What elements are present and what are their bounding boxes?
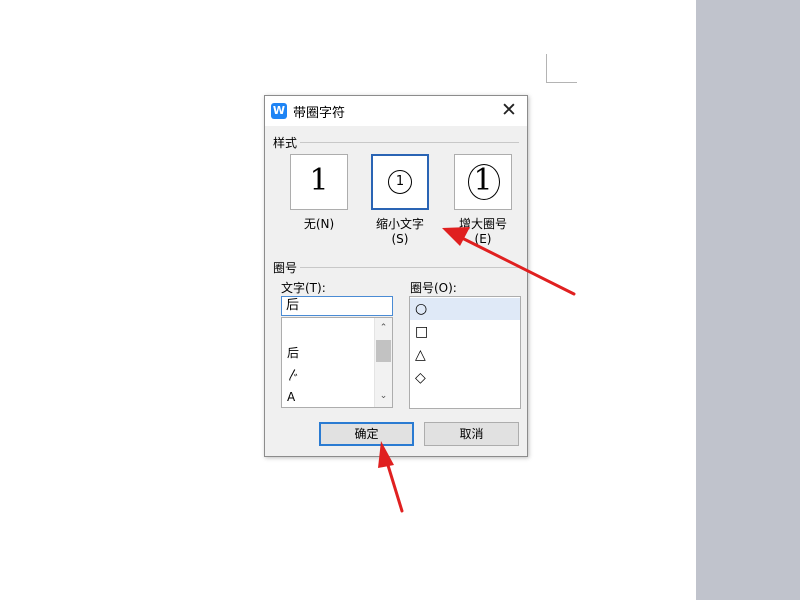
shape-item-triangle[interactable]: △ bbox=[410, 344, 520, 366]
style-none-glyph: 1 bbox=[309, 163, 329, 198]
triangle-shape-icon: △ bbox=[415, 347, 426, 363]
style-none-label: 无(N) bbox=[303, 217, 335, 231]
list-item[interactable]: A bbox=[287, 390, 295, 404]
text-input[interactable]: 后 bbox=[281, 296, 393, 316]
circled-character-dialog: W 带圈字符 ✕ 样式 1 1 1 无(N) 缩小文字 (S) 增大圈号 (E)… bbox=[264, 95, 528, 457]
style-shrink-glyph: 1 bbox=[395, 174, 405, 189]
square-shape-icon: □ bbox=[415, 324, 429, 340]
shape-list[interactable]: ○ □ △ ◇ bbox=[409, 296, 521, 409]
wps-writer-icon: W bbox=[271, 103, 287, 119]
shape-item-circle[interactable]: ○ bbox=[410, 298, 520, 320]
cancel-button[interactable]: 取消 bbox=[424, 422, 519, 446]
style-shrink-label: 缩小文字 (S) bbox=[375, 217, 424, 246]
diamond-shape-icon: ◇ bbox=[415, 370, 426, 386]
ok-button[interactable]: 确定 bbox=[319, 422, 414, 446]
style-group-label: 样式 bbox=[273, 134, 301, 151]
list-item[interactable]: 后 bbox=[287, 344, 299, 361]
scroll-thumb[interactable] bbox=[376, 340, 391, 362]
close-button[interactable]: ✕ bbox=[497, 99, 521, 123]
shape-item-diamond[interactable]: ◇ bbox=[410, 367, 520, 389]
shape-item-square[interactable]: □ bbox=[410, 321, 520, 343]
page-corner-mark bbox=[546, 54, 577, 83]
shape-field-label: 圈号(O): bbox=[410, 281, 457, 295]
circle-group-line bbox=[273, 267, 519, 268]
dialog-title: 带圈字符 bbox=[293, 106, 346, 121]
style-option-shrink-text[interactable]: 1 bbox=[371, 154, 429, 210]
scroll-up-icon[interactable]: ⌃ bbox=[375, 320, 392, 336]
style-group-line bbox=[273, 142, 519, 143]
text-field-label: 文字(T): bbox=[281, 281, 326, 295]
style-option-none[interactable]: 1 bbox=[290, 154, 348, 210]
circle-shape-icon: ○ bbox=[415, 301, 428, 317]
scroll-down-icon[interactable]: ⌄ bbox=[375, 388, 392, 404]
side-panel bbox=[696, 0, 800, 600]
text-list[interactable]: 后 〴 A ⌃ ⌄ bbox=[281, 317, 393, 408]
dialog-title-bar: W 带圈字符 ✕ bbox=[265, 96, 527, 126]
text-list-scrollbar[interactable]: ⌃ ⌄ bbox=[374, 318, 392, 407]
style-enlarge-glyph: 1 bbox=[473, 163, 493, 198]
style-enlarge-label: 增大圈号 (E) bbox=[458, 217, 507, 246]
style-option-enlarge-symbol[interactable]: 1 bbox=[454, 154, 512, 210]
circle-group-label: 圈号 bbox=[273, 259, 301, 276]
list-item[interactable]: 〴 bbox=[287, 366, 299, 383]
